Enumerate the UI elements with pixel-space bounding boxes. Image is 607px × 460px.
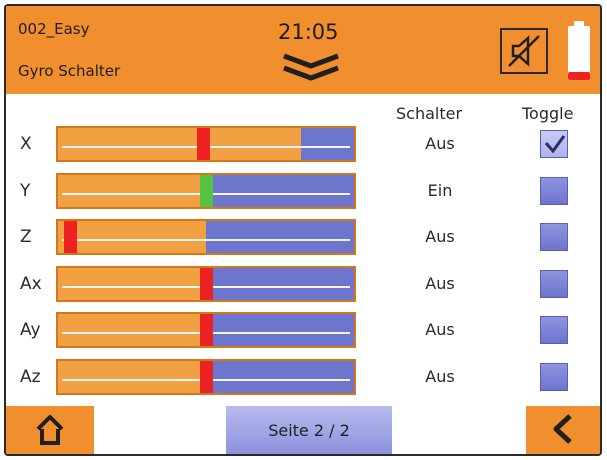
axis-label: Z xyxy=(20,227,32,248)
switch-state: Aus xyxy=(425,367,455,386)
axis-row: X Aus xyxy=(6,124,600,164)
chevron-down-double-icon[interactable] xyxy=(280,52,342,84)
mute-button[interactable] xyxy=(500,28,548,74)
level-marker xyxy=(63,221,77,254)
bar-fill xyxy=(58,314,206,347)
gyro-level-bar xyxy=(56,172,356,209)
gyro-level-bar xyxy=(56,219,356,256)
back-button[interactable] xyxy=(526,406,600,454)
clock-time: 21:05 xyxy=(278,20,339,44)
level-marker xyxy=(196,128,210,160)
battery-low-icon xyxy=(568,21,590,80)
axis-label: Az xyxy=(20,367,41,387)
axis-label: Ay xyxy=(20,320,41,341)
bar-fill xyxy=(58,267,206,300)
header-bar: 002_Easy Gyro Schalter 21:05 xyxy=(6,6,600,94)
gyro-level-bar xyxy=(56,312,356,349)
switch-state: Aus xyxy=(425,320,455,340)
gyro-level-bar xyxy=(56,359,356,395)
model-name: 002_Easy xyxy=(18,20,90,38)
speaker-muted-icon xyxy=(508,35,540,67)
gyro-level-bar xyxy=(56,126,356,162)
checkmark-icon xyxy=(544,135,566,154)
toggle-checkbox[interactable] xyxy=(540,130,568,158)
home-button[interactable] xyxy=(6,406,94,454)
switch-state: Aus xyxy=(425,227,455,247)
switch-state: Ein xyxy=(427,180,453,200)
bar-fill xyxy=(58,221,206,254)
axis-label: X xyxy=(20,134,32,154)
page-title: Gyro Schalter xyxy=(18,62,121,80)
axis-row: Y Ein xyxy=(6,171,600,211)
toggle-checkbox[interactable] xyxy=(540,316,568,345)
home-icon xyxy=(36,414,64,445)
gyro-level-bar xyxy=(56,265,356,302)
axis-row: Z Aus xyxy=(6,217,600,257)
switch-state: Aus xyxy=(425,273,455,293)
axis-row: Ay Aus xyxy=(6,310,600,350)
axis-label: Y xyxy=(20,180,31,201)
level-marker xyxy=(199,267,213,300)
level-marker xyxy=(199,314,213,347)
switch-state: Aus xyxy=(425,134,455,153)
app-screen: 002_Easy Gyro Schalter 21:05 Schalter To… xyxy=(4,4,602,456)
column-header-schalter: Schalter xyxy=(396,104,463,123)
axis-row: Az Aus xyxy=(6,357,600,397)
bar-fill xyxy=(58,174,212,207)
axis-row: Ax Aus xyxy=(6,264,600,304)
toggle-checkbox[interactable] xyxy=(540,176,568,205)
level-marker xyxy=(199,361,213,393)
toggle-checkbox[interactable] xyxy=(540,269,568,298)
toggle-checkbox[interactable] xyxy=(540,223,568,252)
toggle-checkbox[interactable] xyxy=(540,363,568,391)
axis-label: Ax xyxy=(20,273,42,294)
chevron-left-icon xyxy=(553,413,572,444)
bar-center-line xyxy=(62,239,350,242)
column-header-toggle: Toggle xyxy=(522,104,574,123)
bar-fill xyxy=(58,128,301,160)
bar-fill xyxy=(58,361,206,393)
level-marker xyxy=(199,174,213,207)
page-indicator-button[interactable]: Seite 2 / 2 xyxy=(226,406,392,454)
